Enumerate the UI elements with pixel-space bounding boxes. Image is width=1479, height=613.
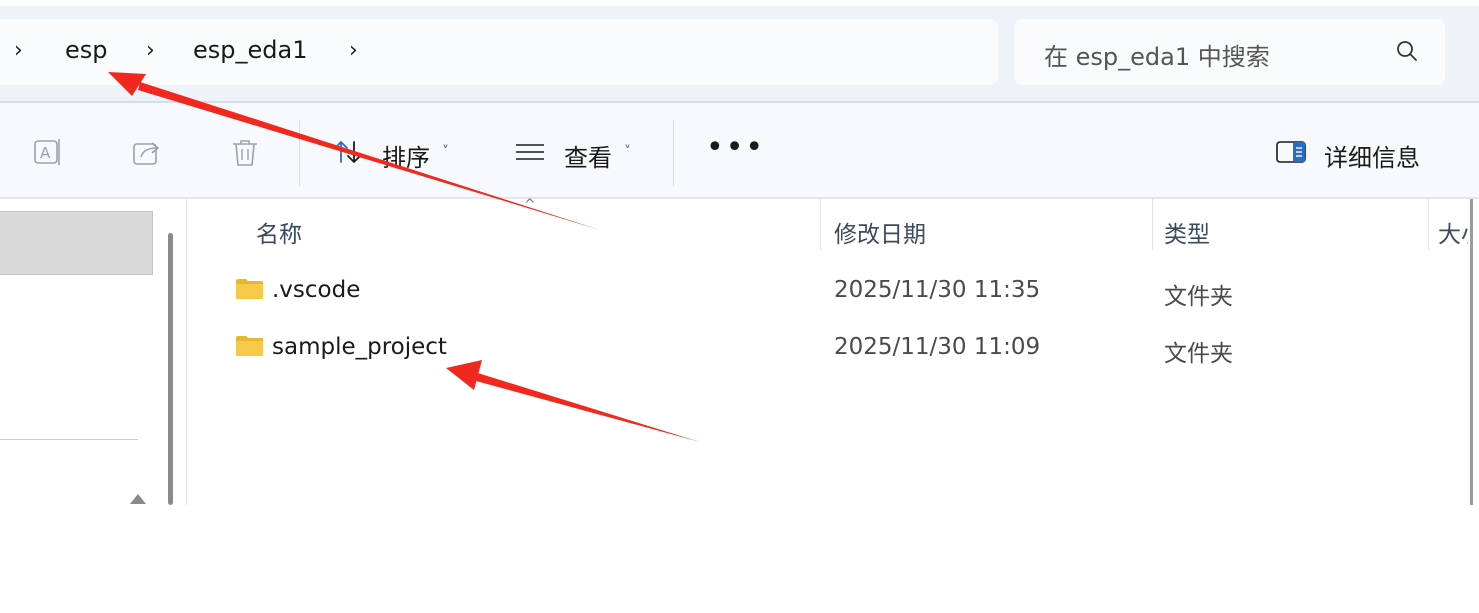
nav-scrollbar[interactable] bbox=[168, 233, 173, 505]
chevron-down-icon[interactable]: ˅ bbox=[624, 144, 631, 160]
file-name[interactable]: .vscode bbox=[272, 277, 360, 303]
breadcrumb-chevron-icon[interactable]: › bbox=[146, 38, 155, 63]
folder-icon bbox=[236, 279, 263, 299]
cropped-area bbox=[0, 505, 1479, 613]
nav-item-selected[interactable] bbox=[0, 211, 153, 275]
file-row[interactable]: sample_project 2025/11/30 11:09 文件夹 bbox=[196, 322, 1466, 374]
sort-button[interactable]: 排序 bbox=[382, 138, 430, 173]
view-list-icon[interactable] bbox=[514, 136, 546, 168]
file-modified: 2025/11/30 11:09 bbox=[834, 334, 1041, 360]
breadcrumb-chevron-icon[interactable]: › bbox=[14, 38, 23, 63]
delete-icon[interactable] bbox=[229, 136, 261, 168]
column-separator[interactable] bbox=[1428, 199, 1429, 251]
column-header-type[interactable]: 类型 bbox=[1164, 215, 1210, 249]
details-pane-icon[interactable] bbox=[1275, 136, 1307, 168]
divider bbox=[0, 197, 1479, 199]
svg-text:A: A bbox=[40, 144, 51, 162]
share-icon[interactable] bbox=[131, 136, 163, 168]
pane-splitter[interactable] bbox=[186, 199, 187, 505]
file-modified: 2025/11/30 11:35 bbox=[834, 277, 1041, 303]
column-separator[interactable] bbox=[820, 199, 821, 251]
scroll-up-arrow-icon[interactable] bbox=[130, 494, 146, 504]
breadcrumb-chevron-icon[interactable]: › bbox=[349, 38, 358, 63]
folder-icon bbox=[236, 336, 263, 356]
sort-icon[interactable] bbox=[332, 136, 364, 168]
column-header-name[interactable]: 名称 bbox=[256, 215, 302, 249]
toolbar-divider bbox=[673, 120, 674, 186]
breadcrumb-item-esp-eda1[interactable]: esp_eda1 bbox=[193, 36, 307, 64]
more-options-button[interactable]: ••• bbox=[706, 130, 765, 165]
file-type: 文件夹 bbox=[1164, 284, 1233, 310]
window-top-edge bbox=[0, 0, 1479, 6]
search-input[interactable]: 在 esp_eda1 中搜索 bbox=[1044, 37, 1270, 72]
chevron-down-icon[interactable]: ˅ bbox=[442, 144, 449, 160]
column-separator[interactable] bbox=[1152, 199, 1153, 251]
file-name[interactable]: sample_project bbox=[272, 334, 447, 360]
details-button[interactable]: 详细信息 bbox=[1324, 138, 1420, 173]
column-header-size[interactable]: 大小 bbox=[1438, 222, 1468, 245]
file-list-scrollbar[interactable] bbox=[1470, 199, 1473, 505]
column-header-size-clip: 大小 bbox=[1438, 215, 1468, 245]
nav-divider bbox=[0, 439, 138, 440]
file-row[interactable]: .vscode 2025/11/30 11:35 文件夹 bbox=[196, 266, 1466, 318]
breadcrumb-item-esp[interactable]: esp bbox=[65, 36, 108, 64]
view-button[interactable]: 查看 bbox=[564, 138, 612, 173]
sort-caret-icon: ^ bbox=[524, 197, 536, 213]
toolbar-divider bbox=[299, 120, 300, 186]
column-header-modified[interactable]: 修改日期 bbox=[834, 215, 926, 249]
file-type: 文件夹 bbox=[1164, 341, 1233, 367]
rename-icon[interactable]: A bbox=[32, 136, 64, 168]
search-icon[interactable] bbox=[1394, 38, 1420, 64]
